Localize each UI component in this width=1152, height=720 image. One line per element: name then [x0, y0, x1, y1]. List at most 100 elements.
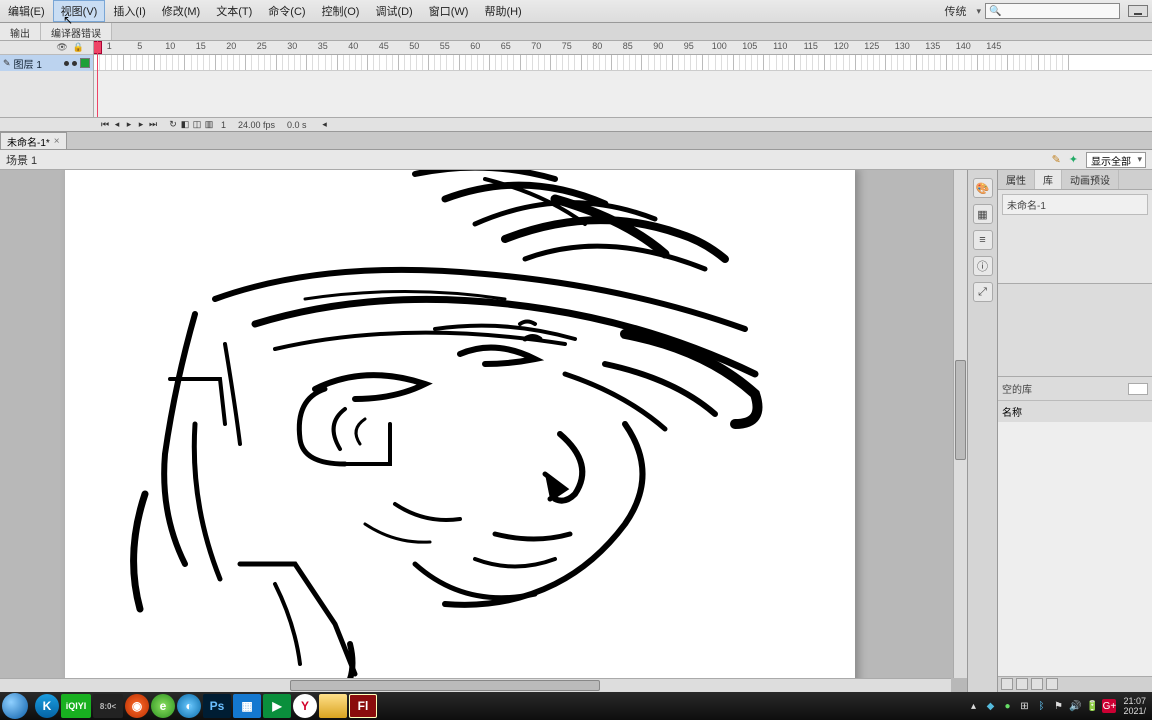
ruler-tick[interactable]: 25: [247, 41, 278, 54]
timeline-ruler[interactable]: 1510152025303540455055606570758085909510…: [94, 41, 1152, 55]
color-panel-icon[interactable]: 🎨: [973, 178, 993, 198]
ruler-tick[interactable]: 130: [887, 41, 918, 54]
taskbar-app-oc[interactable]: 8:0<: [93, 694, 123, 718]
edit-multiple-button[interactable]: ▥: [204, 120, 214, 130]
help-search[interactable]: 🔍: [985, 3, 1120, 19]
library-name-header[interactable]: 名称: [998, 400, 1152, 422]
first-frame-button[interactable]: ⏮: [100, 120, 110, 130]
close-icon[interactable]: ×: [54, 136, 60, 147]
taskbar-app-ps[interactable]: Ps: [203, 694, 231, 718]
transform-panel-icon[interactable]: ⤢: [973, 282, 993, 302]
tray-app-icon[interactable]: ●: [1000, 699, 1014, 713]
menu-help[interactable]: 帮助(H): [476, 0, 529, 22]
menu-commands[interactable]: 命令(C): [260, 0, 313, 22]
v-scroll-thumb[interactable]: [955, 360, 966, 460]
ruler-tick[interactable]: 65: [491, 41, 522, 54]
play-button[interactable]: ▸: [124, 120, 134, 130]
ruler-tick[interactable]: 95: [674, 41, 705, 54]
system-tray[interactable]: ▴ ◆ ● ⊞ ᛒ ⚑ 🔊 🔋 G+ 21:07 2021/: [966, 696, 1150, 716]
taskbar-clock[interactable]: 21:07 2021/: [1119, 696, 1146, 716]
ruler-tick[interactable]: 80: [582, 41, 613, 54]
scene-name[interactable]: 场景 1: [6, 152, 37, 168]
ruler-tick[interactable]: 10: [155, 41, 186, 54]
ruler-tick[interactable]: 115: [796, 41, 827, 54]
ruler-tick[interactable]: 125: [857, 41, 888, 54]
ruler-tick[interactable]: 85: [613, 41, 644, 54]
ruler-tick[interactable]: 15: [186, 41, 217, 54]
tray-battery-icon[interactable]: 🔋: [1085, 699, 1099, 713]
ruler-tick[interactable]: 60: [460, 41, 491, 54]
tray-network-icon[interactable]: ⊞: [1017, 699, 1031, 713]
stage[interactable]: [65, 170, 855, 692]
output-tab[interactable]: 输出: [0, 23, 41, 40]
lock-icon[interactable]: 🔒: [73, 42, 84, 53]
menu-debug[interactable]: 调试(D): [367, 0, 420, 22]
info-panel-icon[interactable]: ⓘ: [973, 256, 993, 276]
tray-bt-icon[interactable]: ᛒ: [1034, 699, 1048, 713]
tray-red-icon[interactable]: G+: [1102, 699, 1116, 713]
ruler-tick[interactable]: 75: [552, 41, 583, 54]
align-panel-icon[interactable]: ≡: [973, 230, 993, 250]
ruler-tick[interactable]: 50: [399, 41, 430, 54]
taskbar-app-play[interactable]: ▶: [263, 694, 291, 718]
layer-visibility-dot[interactable]: [64, 61, 69, 66]
ruler-tick[interactable]: 55: [430, 41, 461, 54]
prev-frame-button[interactable]: ◂: [112, 120, 122, 130]
menu-text[interactable]: 文本(T): [208, 0, 260, 22]
ruler-tick[interactable]: 90: [643, 41, 674, 54]
menu-control[interactable]: 控制(O): [314, 0, 368, 22]
onion-outline-button[interactable]: ◫: [192, 120, 202, 130]
workspace-switcher[interactable]: 传统: [938, 3, 972, 19]
layer-row[interactable]: ✎ 图层 1: [0, 55, 93, 71]
ruler-tick[interactable]: 70: [521, 41, 552, 54]
taskbar-app-red[interactable]: ◉: [125, 694, 149, 718]
document-tab[interactable]: 未命名-1* ×: [0, 132, 67, 149]
ruler-tick[interactable]: 120: [826, 41, 857, 54]
h-scroll-thumb[interactable]: [290, 680, 600, 691]
menu-window[interactable]: 窗口(W): [421, 0, 477, 22]
horizontal-scrollbar[interactable]: [0, 678, 951, 692]
tray-shield-icon[interactable]: ◆: [983, 699, 997, 713]
ruler-tick[interactable]: 110: [765, 41, 796, 54]
new-symbol-button[interactable]: [1001, 678, 1013, 690]
ruler-tick[interactable]: 100: [704, 41, 735, 54]
delete-button[interactable]: [1046, 678, 1058, 690]
next-frame-button[interactable]: ▸: [136, 120, 146, 130]
ruler-tick[interactable]: 45: [369, 41, 400, 54]
properties-button[interactable]: [1031, 678, 1043, 690]
minimize-button[interactable]: [1128, 5, 1148, 17]
start-button[interactable]: [2, 693, 28, 719]
menu-modify[interactable]: 修改(M): [154, 0, 209, 22]
help-search-input[interactable]: [1004, 6, 1112, 17]
scroll-left-button[interactable]: ◂: [320, 120, 330, 130]
menu-edit[interactable]: 编辑(E): [0, 0, 53, 22]
ruler-tick[interactable]: 135: [918, 41, 949, 54]
edit-symbols-icon[interactable]: ✦: [1069, 153, 1078, 166]
taskbar-app-k[interactable]: K: [35, 694, 59, 718]
tray-flag-icon[interactable]: ⚑: [1051, 699, 1065, 713]
ruler-tick[interactable]: 105: [735, 41, 766, 54]
onion-skin-button[interactable]: ◧: [180, 120, 190, 130]
properties-tab[interactable]: 属性: [998, 170, 1035, 189]
compiler-errors-tab[interactable]: 编译器错误: [41, 23, 112, 40]
eye-icon[interactable]: 👁: [56, 42, 67, 53]
last-frame-button[interactable]: ⏭: [148, 120, 158, 130]
taskbar-app-folder[interactable]: [319, 694, 347, 718]
frame-cell[interactable]: [1063, 55, 1069, 70]
new-folder-button[interactable]: [1016, 678, 1028, 690]
taskbar-app-tiles[interactable]: ▦: [233, 694, 261, 718]
taskbar-app-green[interactable]: e: [151, 694, 175, 718]
swatches-panel-icon[interactable]: ▦: [973, 204, 993, 224]
library-search-input[interactable]: [1128, 383, 1148, 395]
ruler-tick[interactable]: 35: [308, 41, 339, 54]
edit-scene-icon[interactable]: ✎: [1052, 153, 1061, 166]
taskbar-app-bluec[interactable]: ◐: [177, 694, 201, 718]
library-item-list[interactable]: [998, 422, 1152, 676]
tray-volume-icon[interactable]: 🔊: [1068, 699, 1082, 713]
vertical-scrollbar[interactable]: [953, 170, 967, 678]
taskbar-app-iqiyi[interactable]: iQIYI: [61, 694, 91, 718]
ruler-tick[interactable]: 145: [979, 41, 1010, 54]
ruler-tick[interactable]: 20: [216, 41, 247, 54]
menu-insert[interactable]: 插入(I): [105, 0, 153, 22]
taskbar-app-fl[interactable]: Fl: [349, 694, 377, 718]
